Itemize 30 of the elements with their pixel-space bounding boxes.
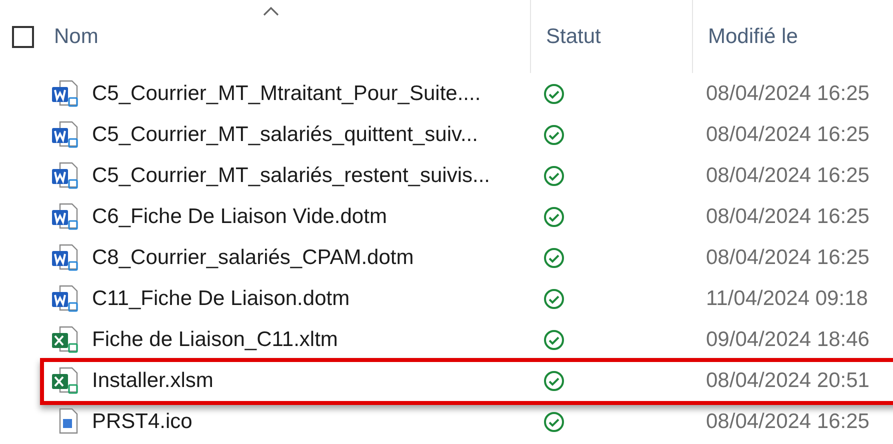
file-name[interactable]: C8_Courrier_salariés_CPAM.dotm <box>92 246 414 270</box>
modified-date: 08/04/2024 16:25 <box>705 164 870 186</box>
file-name[interactable]: C11_Fiche De Liaison.dotm <box>92 286 350 310</box>
word-file-icon <box>50 284 80 314</box>
column-header[interactable]: Nom <box>54 24 98 48</box>
file-name[interactable]: C5_Courrier_MT_Mtraitant_Pour_Suite.... <box>92 82 481 106</box>
excel-file-icon <box>50 366 80 396</box>
excel-file-icon <box>50 324 80 354</box>
modified-date: 11/04/2024 09:18 <box>705 286 868 310</box>
column-header[interactable]: Modifié le <box>708 24 798 48</box>
select-all-checkbox[interactable] <box>12 26 34 48</box>
word-file-icon <box>50 242 80 272</box>
column-header[interactable]: Statut <box>546 24 601 48</box>
word-file-icon <box>50 78 80 108</box>
modified-date: 08/04/2024 16:25 <box>705 122 870 146</box>
word-file-icon <box>50 160 80 190</box>
modified-date: 09/04/2024 18:46 <box>705 328 870 350</box>
word-file-icon <box>50 202 80 232</box>
file-name[interactable]: Installer.xlsm <box>92 368 214 392</box>
file-name[interactable]: C5_Courrier_MT_salariés_restent_suivis... <box>92 164 490 188</box>
file-name[interactable]: PRST4.ico <box>92 410 192 434</box>
modified-date: 08/04/2024 16:25 <box>705 204 870 228</box>
file-name[interactable]: C5_Courrier_MT_salariés_quittent_suiv... <box>92 122 478 146</box>
word-file-icon <box>50 120 80 150</box>
modified-date: 08/04/2024 20:51 <box>705 368 870 392</box>
modified-date: 08/04/2024 16:25 <box>705 410 870 432</box>
file-name[interactable]: Fiche de Liaison_C11.xltm <box>92 328 338 352</box>
modified-date: 08/04/2024 16:25 <box>705 82 870 104</box>
modified-date: 08/04/2024 16:25 <box>705 246 870 268</box>
file-name[interactable]: C6_Fiche De Liaison Vide.dotm <box>92 204 387 228</box>
